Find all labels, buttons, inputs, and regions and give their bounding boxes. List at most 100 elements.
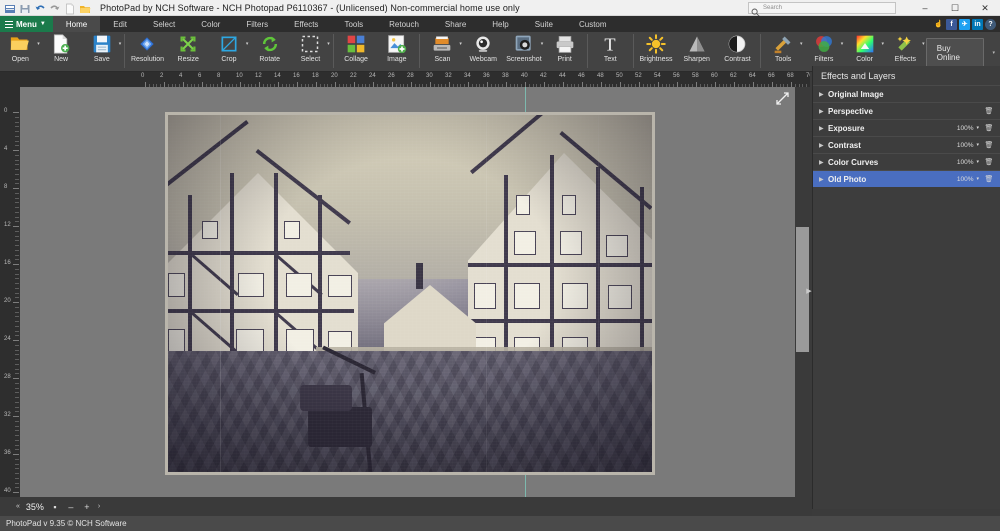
layer-row-original-image[interactable]: ▶Original Image: [813, 85, 1000, 102]
layer-row-exposure[interactable]: ▶Exposure 100%▾ 🗑: [813, 119, 1000, 136]
buy-online-button[interactable]: Buy Online: [926, 38, 984, 68]
menu-item-edit[interactable]: Edit: [100, 16, 140, 32]
chevron-right-icon[interactable]: ▶: [819, 108, 828, 115]
tool-open[interactable]: Open▾: [0, 32, 41, 72]
layer-row-old-photo[interactable]: ▶Old Photo100%▾🗑: [813, 170, 1000, 187]
chevron-right-icon[interactable]: ▶: [819, 142, 828, 149]
tool-resize[interactable]: Resize: [168, 32, 209, 72]
chevron-right-icon[interactable]: ▶: [819, 91, 828, 98]
main-menu-button[interactable]: Menu ▼: [0, 16, 53, 32]
save-icon[interactable]: [19, 2, 31, 14]
redo-icon[interactable]: [49, 2, 61, 14]
menu-item-color[interactable]: Color: [188, 16, 233, 32]
app-icon[interactable]: [4, 2, 16, 14]
image-canvas[interactable]: [20, 87, 795, 497]
tool-contrast[interactable]: Contrast: [717, 32, 758, 72]
menu-item-retouch[interactable]: Retouch: [376, 16, 432, 32]
close-button[interactable]: ✕: [970, 0, 1000, 16]
chevron-down-icon[interactable]: ▾: [119, 41, 122, 47]
linkedin-icon[interactable]: in: [972, 19, 983, 30]
undo-icon[interactable]: [34, 2, 46, 14]
menu-item-help[interactable]: Help: [479, 16, 521, 32]
layer-name: Exposure: [828, 124, 864, 133]
trash-icon[interactable]: 🗑: [983, 158, 995, 166]
chevron-down-icon[interactable]: ▾: [922, 41, 925, 47]
tool-crop[interactable]: Crop▾: [209, 32, 250, 72]
zoom-in-button[interactable]: +: [82, 502, 92, 512]
image-icon: [387, 34, 407, 54]
zoom-level-value[interactable]: 35%: [26, 502, 44, 512]
zoom-out-button[interactable]: –: [66, 502, 76, 512]
chevron-down-icon[interactable]: ▾: [246, 41, 249, 47]
help-icon[interactable]: ?: [985, 19, 996, 30]
menu-item-tools[interactable]: Tools: [331, 16, 376, 32]
chevron-right-icon[interactable]: ▶: [819, 125, 828, 132]
chevron-down-icon[interactable]: ▾: [841, 41, 844, 47]
trash-icon[interactable]: 🗑: [983, 124, 995, 132]
menu-item-select[interactable]: Select: [140, 16, 188, 32]
tool-resolution[interactable]: Resolution: [127, 32, 168, 72]
chevron-down-icon[interactable]: ▾: [541, 41, 544, 47]
zoom-next-icon[interactable]: ›: [98, 503, 100, 510]
new-icon[interactable]: [64, 2, 76, 14]
zoom-prev-icon[interactable]: «: [16, 503, 20, 510]
chevron-down-icon[interactable]: ▾: [459, 41, 462, 47]
layer-opacity[interactable]: 100%: [957, 159, 974, 166]
twitter-icon[interactable]: ✈: [959, 19, 970, 30]
tool-save[interactable]: Save▾: [81, 32, 122, 72]
menu-item-suite[interactable]: Suite: [522, 16, 566, 32]
zoom-fit-button[interactable]: ▪: [50, 502, 60, 512]
tool-select[interactable]: Select▾: [290, 32, 331, 72]
tool-rotate[interactable]: Rotate: [249, 32, 290, 72]
vertical-ruler[interactable]: 0481216202428323640: [0, 87, 20, 497]
menu-item-share[interactable]: Share: [432, 16, 479, 32]
panel-collapse-handle[interactable]: ▶: [806, 283, 812, 299]
tool-scan[interactable]: Scan▾: [422, 32, 463, 72]
search-box[interactable]: Search: [748, 2, 896, 14]
layer-opacity[interactable]: 100%: [957, 125, 974, 132]
chevron-down-icon[interactable]: ▾: [976, 125, 979, 131]
chevron-down-icon[interactable]: ▾: [976, 176, 979, 182]
tool-screenshot[interactable]: Screenshot▾: [504, 32, 545, 72]
trash-icon[interactable]: 🗑: [983, 107, 995, 115]
layer-row-contrast[interactable]: ▶Contrast100%▾🗑: [813, 136, 1000, 153]
tool-print[interactable]: Print: [544, 32, 585, 72]
expand-arrows-icon[interactable]: [775, 92, 789, 106]
menu-item-custom[interactable]: Custom: [566, 16, 620, 32]
maximize-button[interactable]: ☐: [940, 0, 970, 16]
chevron-right-icon[interactable]: ▶: [819, 176, 828, 183]
tool-webcam[interactable]: Webcam: [463, 32, 504, 72]
layer-row-color-curves[interactable]: ▶Color Curves100%▾🗑: [813, 153, 1000, 170]
tool-tools[interactable]: Tools▾: [763, 32, 804, 72]
facebook-icon[interactable]: f: [946, 19, 957, 30]
chevron-down-icon[interactable]: ▾: [976, 159, 979, 165]
chevron-down-icon[interactable]: ▾: [327, 41, 330, 47]
buy-online-chevron-icon[interactable]: ▾: [992, 50, 995, 56]
menu-item-home[interactable]: Home: [53, 16, 100, 32]
tool-image[interactable]: Image: [376, 32, 417, 72]
effects-icon: [895, 34, 915, 54]
menu-items: HomeEditSelectColorFiltersEffectsToolsRe…: [53, 16, 620, 32]
minimize-button[interactable]: –: [910, 0, 940, 16]
trash-icon[interactable]: 🗑: [983, 175, 995, 183]
horizontal-ruler[interactable]: 0246810121416182022242628303234363840424…: [20, 72, 810, 87]
chevron-down-icon[interactable]: ▾: [881, 41, 884, 47]
chevron-down-icon[interactable]: ▾: [800, 41, 803, 47]
tool-brightness[interactable]: Brightness: [636, 32, 677, 72]
open-icon[interactable]: [79, 2, 91, 14]
thumbs-up-icon[interactable]: ☝: [933, 19, 944, 30]
photo-image[interactable]: [165, 112, 655, 475]
tool-new[interactable]: New: [41, 32, 82, 72]
chevron-down-icon[interactable]: ▾: [37, 41, 40, 47]
menu-item-effects[interactable]: Effects: [281, 16, 331, 32]
tool-text[interactable]: TText: [590, 32, 631, 72]
tool-collage[interactable]: Collage: [336, 32, 377, 72]
menu-item-filters[interactable]: Filters: [233, 16, 281, 32]
trash-icon[interactable]: 🗑: [983, 141, 995, 149]
layer-opacity[interactable]: 100%: [957, 176, 974, 183]
chevron-right-icon[interactable]: ▶: [819, 159, 828, 166]
chevron-down-icon[interactable]: ▾: [976, 142, 979, 148]
tool-sharpen[interactable]: Sharpen: [676, 32, 717, 72]
layer-opacity[interactable]: 100%: [957, 142, 974, 149]
layer-row-perspective[interactable]: ▶Perspective🗑: [813, 102, 1000, 119]
